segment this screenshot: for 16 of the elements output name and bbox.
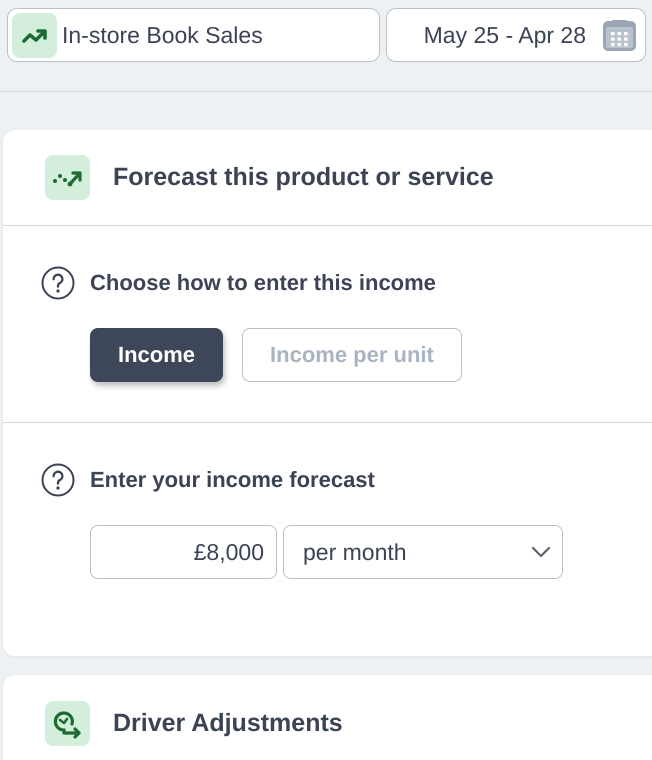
chevron-down-icon	[531, 546, 551, 558]
amount-input[interactable]: £8,000	[90, 525, 277, 579]
product-select[interactable]: In-store Book Sales	[7, 8, 380, 62]
section-label: Enter your income forecast	[90, 467, 375, 493]
period-select[interactable]: per month	[283, 525, 563, 579]
help-icon[interactable]	[41, 266, 75, 300]
help-icon[interactable]	[41, 463, 75, 497]
calendar-icon	[603, 20, 636, 50]
section-label: Choose how to enter this income	[90, 270, 436, 296]
card-title: Forecast this product or service	[113, 163, 494, 192]
forecast-trend-icon	[45, 155, 90, 200]
date-range-text: May 25 - Apr 28	[424, 22, 586, 48]
product-name: In-store Book Sales	[62, 22, 263, 48]
date-range-button[interactable]: May 25 - Apr 28	[386, 8, 646, 62]
income-mode-tab[interactable]: Income	[90, 328, 224, 382]
card-title: Driver Adjustments	[113, 708, 343, 738]
